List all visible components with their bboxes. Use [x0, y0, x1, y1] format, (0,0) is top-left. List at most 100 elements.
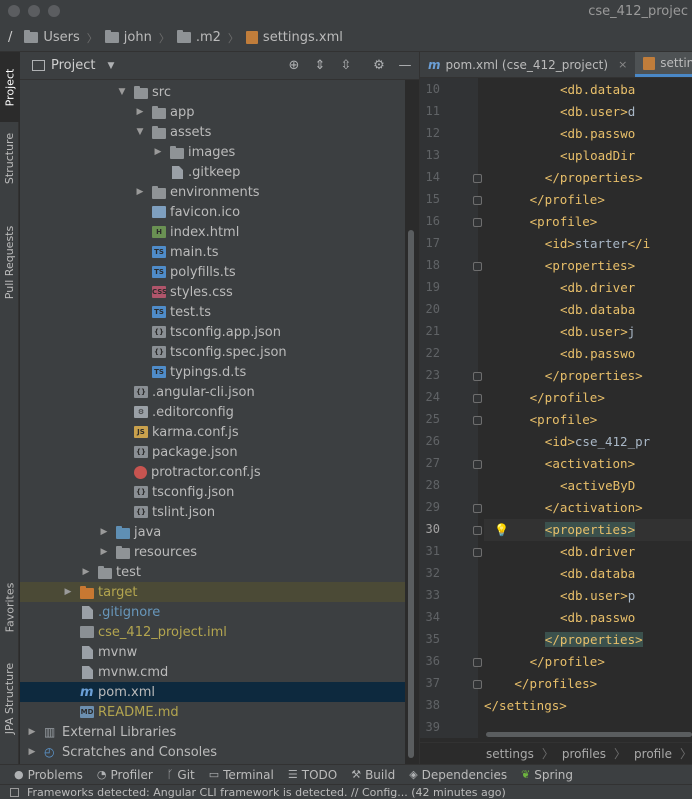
tree-item[interactable]: ▶ test — [20, 562, 405, 582]
tab-jpa-structure[interactable]: JPA Structure — [0, 656, 19, 740]
code-line[interactable]: <properties> — [484, 255, 692, 277]
tree-item[interactable]: TS typings.d.ts — [20, 362, 405, 382]
tree-item[interactable]: TS test.ts — [20, 302, 405, 322]
tree-item[interactable]: ▶ ▥ External Libraries — [20, 722, 405, 742]
tree-item[interactable]: MD README.md — [20, 702, 405, 722]
code-line[interactable]: <db.databa — [484, 79, 692, 101]
code-line[interactable]: <db.passwo — [484, 123, 692, 145]
tree-item[interactable]: CSS styles.css — [20, 282, 405, 302]
chevron-right-icon[interactable]: ▶ — [98, 527, 110, 537]
fold-marker-icon[interactable] — [473, 372, 482, 381]
intention-bulb-icon[interactable]: 💡 — [494, 523, 509, 537]
fold-marker-icon[interactable] — [473, 218, 482, 227]
tree-item[interactable]: ▶ ◴ Scratches and Consoles — [20, 742, 405, 762]
hide-panel-icon[interactable]: — — [397, 58, 413, 74]
chevron-right-icon[interactable]: ▶ — [80, 567, 92, 577]
tool-todo[interactable]: ☰ TODO — [288, 768, 337, 782]
tree-item[interactable]: ▶ images — [20, 142, 405, 162]
fold-marker-icon[interactable] — [473, 460, 482, 469]
expand-all-icon[interactable]: ⇕ — [312, 58, 328, 74]
code-line[interactable]: <profile> — [484, 409, 692, 431]
code-line[interactable]: <db.passwo — [484, 343, 692, 365]
tree-item[interactable]: mvnw.cmd — [20, 662, 405, 682]
chevron-down-icon[interactable]: ▼ — [134, 127, 146, 137]
code-line[interactable]: <db.databa — [484, 299, 692, 321]
tree-item[interactable]: m pom.xml — [20, 682, 405, 702]
fold-marker-icon[interactable] — [473, 174, 482, 183]
tree-item[interactable]: TS main.ts — [20, 242, 405, 262]
code-line[interactable]: </profile> — [484, 387, 692, 409]
locate-icon[interactable]: ⊕ — [286, 58, 302, 74]
code-line[interactable]: <uploadDir — [484, 145, 692, 167]
close-icon[interactable]: × — [618, 58, 627, 71]
code-line[interactable]: <profile> — [484, 211, 692, 233]
project-view-title[interactable]: Project — [51, 58, 95, 73]
status-message[interactable]: Frameworks detected: Angular CLI framewo… — [27, 786, 506, 799]
fold-marker-icon[interactable] — [473, 548, 482, 557]
minimize-window-button[interactable] — [28, 5, 40, 17]
tree-item[interactable]: protractor.conf.js — [20, 462, 405, 482]
code-line[interactable]: <db.driver — [484, 541, 692, 563]
gear-icon[interactable]: ⚙ — [371, 58, 387, 74]
tool-problems[interactable]: ● Problems — [14, 768, 83, 782]
tab-structure[interactable]: Structure — [0, 128, 19, 188]
fold-marker-icon[interactable] — [473, 658, 482, 667]
fold-marker-icon[interactable] — [473, 262, 482, 271]
code-line[interactable]: <db.user>d — [484, 101, 692, 123]
tree-item[interactable]: cse_412_project.iml — [20, 622, 405, 642]
code-line[interactable]: </profile> — [484, 189, 692, 211]
tree-item[interactable]: mvnw — [20, 642, 405, 662]
chevron-right-icon[interactable]: ▶ — [26, 747, 38, 757]
tree-item[interactable]: .gitkeep — [20, 162, 405, 182]
tab-settings-xml[interactable]: settings.xml — [635, 52, 692, 77]
tree-item[interactable]: ▶ resources — [20, 542, 405, 562]
tree-item[interactable]: JS karma.conf.js — [20, 422, 405, 442]
tree-item[interactable]: {} tsconfig.spec.json — [20, 342, 405, 362]
code-line[interactable]: </profile> — [484, 651, 692, 673]
tree-item[interactable]: {} package.json — [20, 442, 405, 462]
breadcrumb-john[interactable]: john 〉 — [104, 30, 177, 46]
tree-item[interactable]: {} tsconfig.json — [20, 482, 405, 502]
chevron-right-icon[interactable]: ▶ — [26, 727, 38, 737]
breadcrumb-m2[interactable]: .m2 〉 — [176, 30, 246, 46]
code-line[interactable]: </activation> — [484, 497, 692, 519]
code-line[interactable]: </properties> — [484, 365, 692, 387]
tool-dependencies[interactable]: ◈ Dependencies — [409, 768, 507, 782]
chevron-down-icon[interactable]: ▼ — [107, 61, 114, 71]
breadcrumb-users[interactable]: Users 〉 — [24, 30, 104, 46]
chevron-right-icon[interactable]: ▶ — [98, 547, 110, 557]
tree-item[interactable]: favicon.ico — [20, 202, 405, 222]
code-line[interactable]: <db.user>p — [484, 585, 692, 607]
tool-build[interactable]: ⚒ Build — [351, 768, 395, 782]
crumb-profiles[interactable]: profiles — [562, 747, 606, 761]
code-line[interactable]: <activeByD — [484, 475, 692, 497]
tree-item[interactable]: ▼ src — [20, 82, 405, 102]
code-line[interactable]: <db.databa — [484, 563, 692, 585]
code-line[interactable]: </settings> — [484, 695, 692, 717]
tab-pull-requests[interactable]: Pull Requests — [0, 212, 19, 312]
fold-marker-icon[interactable] — [473, 504, 482, 513]
fold-marker-icon[interactable] — [473, 416, 482, 425]
tool-profiler[interactable]: ◔ Profiler — [97, 768, 153, 782]
code-line[interactable]: <db.driver — [484, 277, 692, 299]
fold-marker-icon[interactable] — [473, 680, 482, 689]
tool-spring[interactable]: ❦ Spring — [521, 768, 573, 782]
chevron-right-icon[interactable]: ▶ — [134, 107, 146, 117]
editor-horizontal-scrollbar[interactable] — [486, 732, 692, 737]
tree-item[interactable]: {} tsconfig.app.json — [20, 322, 405, 342]
code-line[interactable]: <properties> — [484, 519, 692, 541]
collapse-all-icon[interactable]: ⇳ — [338, 58, 354, 74]
chevron-down-icon[interactable]: ▼ — [116, 87, 128, 97]
tree-item[interactable]: .gitignore — [20, 602, 405, 622]
fold-marker-icon[interactable] — [473, 526, 482, 535]
code-line[interactable]: <db.passwo — [484, 607, 692, 629]
close-window-button[interactable] — [8, 5, 20, 17]
tree-item[interactable]: ▶ app — [20, 102, 405, 122]
tool-terminal[interactable]: ▭ Terminal — [209, 768, 274, 782]
code-line[interactable]: <db.user>j — [484, 321, 692, 343]
tool-git[interactable]: ᚴ Git — [167, 768, 195, 782]
tree-item[interactable]: ⚙ .editorconfig — [20, 402, 405, 422]
crumb-settings[interactable]: settings — [486, 747, 534, 761]
crumb-profile[interactable]: profile — [634, 747, 672, 761]
tree-item[interactable]: Hindex.html — [20, 222, 405, 242]
